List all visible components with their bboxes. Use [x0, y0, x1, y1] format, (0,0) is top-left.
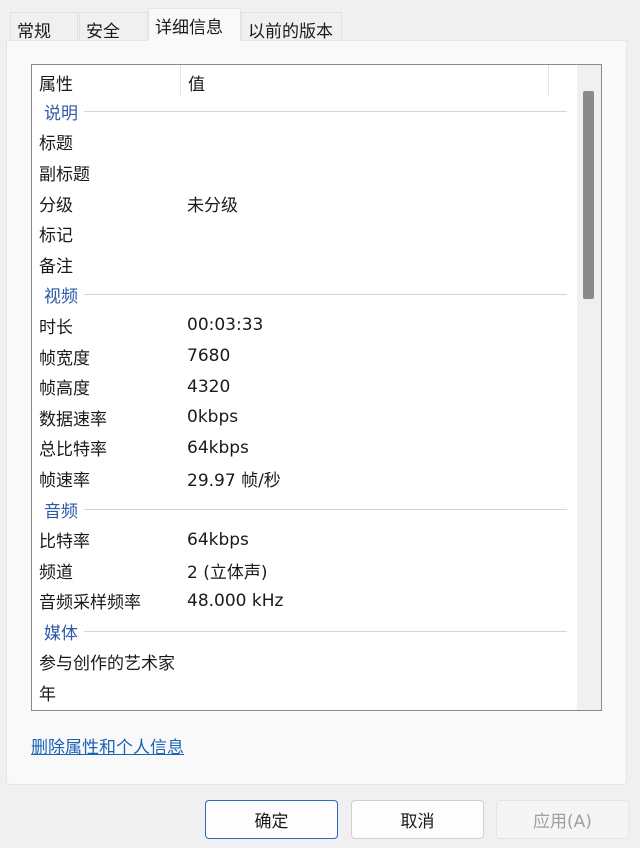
tab-previous-versions[interactable]: 以前的版本: [241, 12, 342, 42]
property-name: 年: [39, 685, 56, 706]
property-row[interactable]: 副标题: [32, 157, 577, 188]
property-name: 参与创作的艺术家: [39, 654, 175, 675]
property-row[interactable]: 帧速率 29.97 帧/秒: [32, 463, 577, 494]
property-name: 频道: [39, 562, 73, 583]
list-header: 属性 值: [32, 65, 577, 97]
property-name: 帧速率: [39, 470, 90, 491]
apply-button[interactable]: 应用(A): [496, 800, 629, 839]
group-title: 视频: [44, 287, 78, 308]
property-row[interactable]: 帧宽度 7680: [32, 341, 577, 372]
tab-general[interactable]: 常规: [10, 12, 78, 42]
property-name: 总比特率: [39, 440, 107, 461]
property-value[interactable]: 2 (立体声): [187, 558, 577, 583]
property-row[interactable]: 数据速率 0kbps: [32, 402, 577, 433]
property-row[interactable]: 年: [32, 677, 577, 708]
group-divider: [84, 110, 567, 112]
property-row[interactable]: 分级 未分级: [32, 188, 577, 219]
property-name: 副标题: [39, 164, 90, 185]
tab-details[interactable]: 详细信息: [148, 8, 241, 41]
property-row[interactable]: 比特率 64kbps: [32, 524, 577, 555]
property-row[interactable]: 标记: [32, 218, 577, 249]
column-header-value[interactable]: 值: [181, 65, 549, 97]
property-row[interactable]: 参与创作的艺术家: [32, 647, 577, 678]
column-header-property[interactable]: 属性: [32, 65, 181, 97]
group-title: 媒体: [44, 623, 78, 644]
property-row[interactable]: 时长 00:03:33: [32, 310, 577, 341]
property-name: 标题: [39, 134, 73, 155]
group-header: 说明: [32, 96, 577, 127]
group-header: 音频: [32, 494, 577, 525]
property-rows: 说明标题副标题分级 未分级标记备注视频时长 00:03:33 帧宽度 7680 帧高度 43…: [32, 96, 577, 708]
property-row[interactable]: 备注: [32, 249, 577, 280]
remove-properties-link[interactable]: 删除属性和个人信息: [31, 733, 184, 758]
property-value[interactable]: 未分级: [187, 191, 577, 216]
cancel-button[interactable]: 取消: [351, 800, 484, 839]
property-name: 备注: [39, 256, 73, 277]
property-list[interactable]: 属性 值 说明标题副标题分级 未分级标记备注视频时长 00:03:33 帧宽度 7680…: [31, 64, 602, 711]
tab-security[interactable]: 安全: [79, 12, 148, 42]
group-header: 视频: [32, 280, 577, 311]
property-name: 比特率: [39, 532, 90, 553]
property-value[interactable]: 0kbps: [187, 407, 577, 427]
property-value[interactable]: 64kbps: [187, 438, 577, 458]
property-name: 帧高度: [39, 379, 90, 400]
property-name: 时长: [39, 317, 73, 338]
property-row[interactable]: 频道 2 (立体声): [32, 555, 577, 586]
group-divider: [84, 508, 567, 510]
property-name: 数据速率: [39, 409, 107, 430]
ok-button[interactable]: 确定: [205, 800, 338, 839]
property-name: 音频采样频率: [39, 593, 141, 614]
property-value[interactable]: 64kbps: [187, 530, 577, 550]
property-value[interactable]: 00:03:33: [187, 315, 577, 335]
group-divider: [84, 294, 567, 296]
group-divider: [84, 630, 567, 632]
property-row[interactable]: 音频采样频率 48.000 kHz: [32, 586, 577, 617]
group-title: 音频: [44, 501, 78, 522]
group-title: 说明: [44, 103, 78, 124]
property-row[interactable]: 标题: [32, 127, 577, 158]
property-value[interactable]: 48.000 kHz: [187, 591, 577, 611]
property-name: 标记: [39, 226, 73, 247]
vertical-scrollbar[interactable]: [577, 65, 601, 710]
property-name: 分级: [39, 195, 73, 216]
property-row[interactable]: 总比特率 64kbps: [32, 433, 577, 464]
property-value[interactable]: 7680: [187, 346, 577, 366]
property-value[interactable]: 4320: [187, 377, 577, 397]
scrollbar-thumb[interactable]: [583, 91, 594, 299]
property-value[interactable]: 29.97 帧/秒: [187, 466, 577, 491]
group-header: 媒体: [32, 616, 577, 647]
property-name: 帧宽度: [39, 348, 90, 369]
property-row[interactable]: 帧高度 4320: [32, 371, 577, 402]
